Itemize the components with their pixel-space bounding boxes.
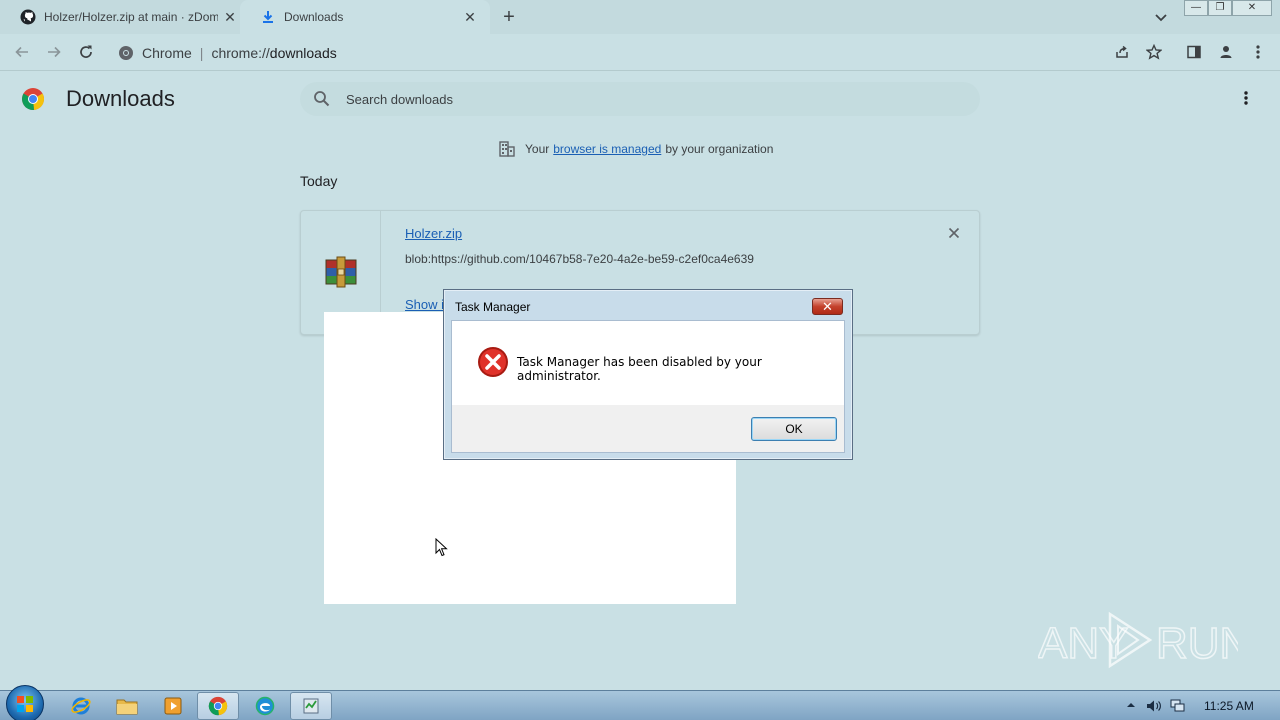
task-app-icon[interactable]: [290, 692, 332, 720]
browser-menu-icon[interactable]: [1248, 42, 1268, 62]
dialog-close-icon[interactable]: ✕: [812, 298, 843, 315]
url-scheme: chrome://: [211, 44, 270, 61]
tab-strip: Holzer/Holzer.zip at main · zDom ✕ Downl…: [0, 0, 1280, 34]
search-input[interactable]: [346, 91, 906, 107]
windows-taskbar: 11:25 AM: [0, 685, 1280, 720]
search-icon: [312, 89, 332, 109]
omnibox-separator: |: [199, 44, 204, 61]
winrar-archive-icon: [324, 256, 358, 288]
dialog-title: Task Manager: [455, 300, 531, 314]
browser-toolbar: Chrome | chrome://downloads: [0, 34, 1280, 71]
forward-arrow-icon[interactable]: [44, 42, 64, 62]
date-section-label: Today: [300, 173, 338, 189]
tab-title: Downloads: [284, 10, 344, 24]
managed-suffix: by your organization: [665, 142, 774, 156]
tab-github[interactable]: Holzer/Holzer.zip at main · zDom ✕: [0, 0, 250, 34]
watermark-right: RUN: [1156, 619, 1238, 668]
volume-icon[interactable]: [1146, 699, 1162, 713]
error-icon: [477, 346, 509, 378]
chrome-icon[interactable]: [197, 692, 239, 720]
page-title: Downloads: [66, 86, 175, 111]
share-icon[interactable]: [1112, 42, 1132, 62]
file-explorer-icon[interactable]: [106, 692, 148, 720]
media-player-icon[interactable]: [152, 692, 194, 720]
dialog-message-area: Task Manager has been disabled by your a…: [452, 321, 844, 405]
site-label: Chrome: [142, 44, 192, 61]
building-icon: [498, 140, 516, 158]
mouse-cursor-icon: [435, 537, 448, 557]
tab-search-chevron-icon[interactable]: [1152, 8, 1170, 26]
system-tray: 11:25 AM: [1120, 691, 1280, 720]
show-hidden-icons-icon[interactable]: [1126, 700, 1142, 714]
start-button[interactable]: [6, 685, 44, 720]
url-host: downloads: [269, 44, 337, 61]
close-tab-icon[interactable]: ✕: [222, 9, 238, 25]
reload-icon[interactable]: [76, 42, 96, 62]
more-actions-icon[interactable]: [1236, 88, 1256, 108]
side-panel-icon[interactable]: [1184, 42, 1204, 62]
download-icon: [260, 9, 276, 25]
watermark-left: ANY: [1038, 619, 1128, 668]
back-arrow-icon[interactable]: [12, 42, 32, 62]
minimize-icon[interactable]: —: [1184, 0, 1208, 16]
download-file-name-link[interactable]: Holzer.zip: [405, 226, 462, 241]
managed-prefix: Your: [525, 142, 550, 156]
ok-button[interactable]: OK: [751, 417, 837, 441]
dialog-footer: OK: [452, 405, 844, 452]
bookmark-star-icon[interactable]: [1144, 42, 1164, 62]
task-manager-dialog: Task Manager ✕ Task Manager has been dis…: [443, 289, 853, 460]
taskbar-clock[interactable]: 11:25 AM: [1204, 699, 1254, 713]
edge-icon[interactable]: [244, 692, 286, 720]
search-downloads-box[interactable]: [300, 82, 980, 116]
profile-icon[interactable]: [1216, 42, 1236, 62]
address-bar[interactable]: Chrome | chrome://downloads: [110, 38, 1150, 67]
show-in-folder-link[interactable]: Show i: [405, 297, 444, 312]
tab-title: Holzer/Holzer.zip at main · zDom: [44, 10, 218, 24]
network-icon[interactable]: [1170, 699, 1186, 713]
window-close-icon[interactable]: ✕: [1232, 0, 1272, 16]
anyrun-watermark: ANY RUN: [1037, 608, 1252, 672]
close-tab-icon[interactable]: ✕: [462, 9, 478, 25]
chrome-site-icon: [118, 45, 134, 61]
restore-icon[interactable]: ❐: [1208, 0, 1232, 16]
download-source-url: blob:https://github.com/10467b58-7e20-4a…: [405, 252, 754, 266]
chrome-logo-icon: [21, 87, 45, 111]
internet-explorer-icon[interactable]: [60, 692, 102, 720]
dialog-message: Task Manager has been disabled by your a…: [517, 355, 762, 383]
remove-download-icon[interactable]: [946, 225, 962, 241]
dialog-body: Task Manager has been disabled by your a…: [451, 320, 845, 453]
managed-notice: Your browser is managed by your organiza…: [498, 140, 773, 158]
github-icon: [20, 9, 36, 25]
browser-managed-link[interactable]: browser is managed: [553, 142, 661, 156]
tab-downloads[interactable]: Downloads ✕: [240, 0, 490, 34]
new-tab-icon[interactable]: +: [500, 7, 518, 27]
